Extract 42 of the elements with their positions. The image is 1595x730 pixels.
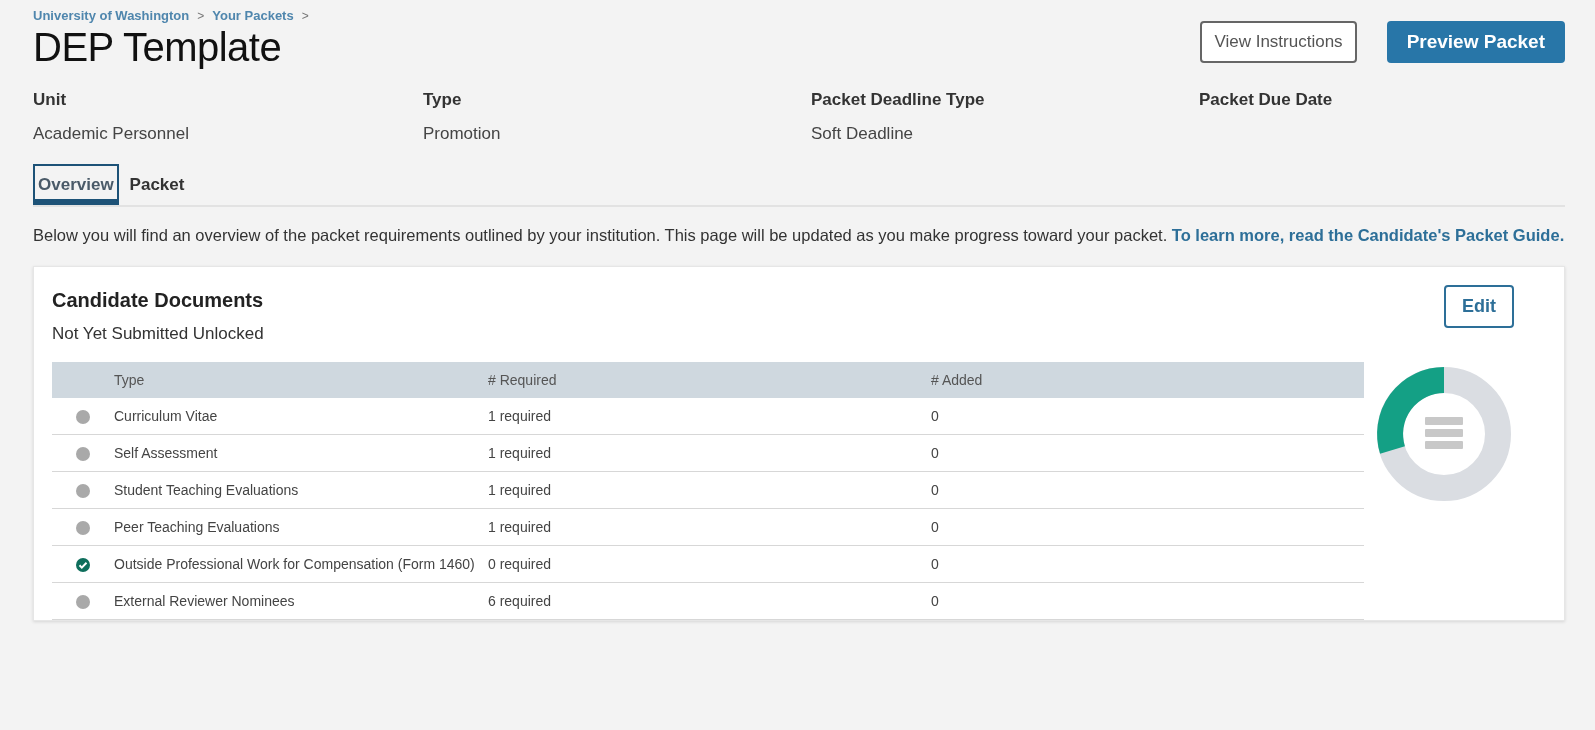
detail-label: Packet Due Date [1199, 90, 1334, 110]
card-title: Candidate Documents [52, 289, 264, 312]
table-cell: Curriculum Vitae [114, 398, 488, 435]
table-cell: 1 required [488, 398, 931, 435]
preview-button[interactable]: Preview Packet [1386, 20, 1565, 63]
breadcrumb-separator: > [301, 8, 309, 23]
instructions-button[interactable]: View Instructions [1200, 20, 1357, 63]
detail-label: Type [423, 90, 463, 110]
tab[interactable]: Overview [33, 164, 119, 205]
table-cell: 0 [931, 471, 1364, 509]
table-cell: Self Assessment [114, 434, 488, 472]
table-cell: 0 [931, 582, 1364, 620]
table-cell: External Reviewer Nominees [114, 582, 488, 620]
detail-label: Packet Deadline Type [811, 90, 986, 110]
table-cell: 0 [931, 398, 1364, 435]
page-title: DEP Template [33, 25, 282, 70]
table-cell: 0 required [488, 545, 931, 583]
table-cell: 0 [931, 434, 1364, 472]
table-cell: Peer Teaching Evaluations [114, 508, 488, 546]
edit-button[interactable]: Edit [1444, 285, 1514, 328]
guide-link[interactable]: To learn more, read the Candidate's Packet Guide. [1171, 226, 1565, 244]
breadcrumb-link[interactable]: Your Packets [212, 8, 294, 23]
breadcrumb-separator: > [197, 8, 205, 23]
table-cell: 1 required [488, 508, 931, 546]
table-cell: 1 required [488, 471, 931, 509]
column-header: # Required [488, 362, 931, 398]
table-cell: 0 [931, 545, 1364, 583]
tab[interactable]: Packet [124, 164, 190, 205]
column-header: # Added [931, 362, 1364, 398]
table-cell: 6 required [488, 582, 931, 620]
detail-label: Unit [33, 90, 68, 110]
column-header: Type [114, 362, 488, 398]
intro-paragraph: Below you will find an overview of the packet requirements outlined by your institution. This page will be updated as you make progress toward your packet. To learn more, read the Candidate's Packet Guide. [33, 225, 1565, 246]
table-cell: 0 [931, 508, 1364, 546]
breadcrumb-link[interactable]: University of Washington [33, 8, 190, 23]
detail-value: Academic Personnel [33, 124, 190, 144]
table-cell: 1 required [488, 434, 931, 472]
table-cell: Outside Professional Work for Compensation (Form 1460) [114, 545, 488, 583]
detail-value: Soft Deadline [811, 124, 915, 144]
card-status: Not Yet Submitted Unlocked [52, 324, 264, 344]
table-cell: Student Teaching Evaluations [114, 471, 488, 509]
detail-value: Promotion [423, 124, 502, 144]
